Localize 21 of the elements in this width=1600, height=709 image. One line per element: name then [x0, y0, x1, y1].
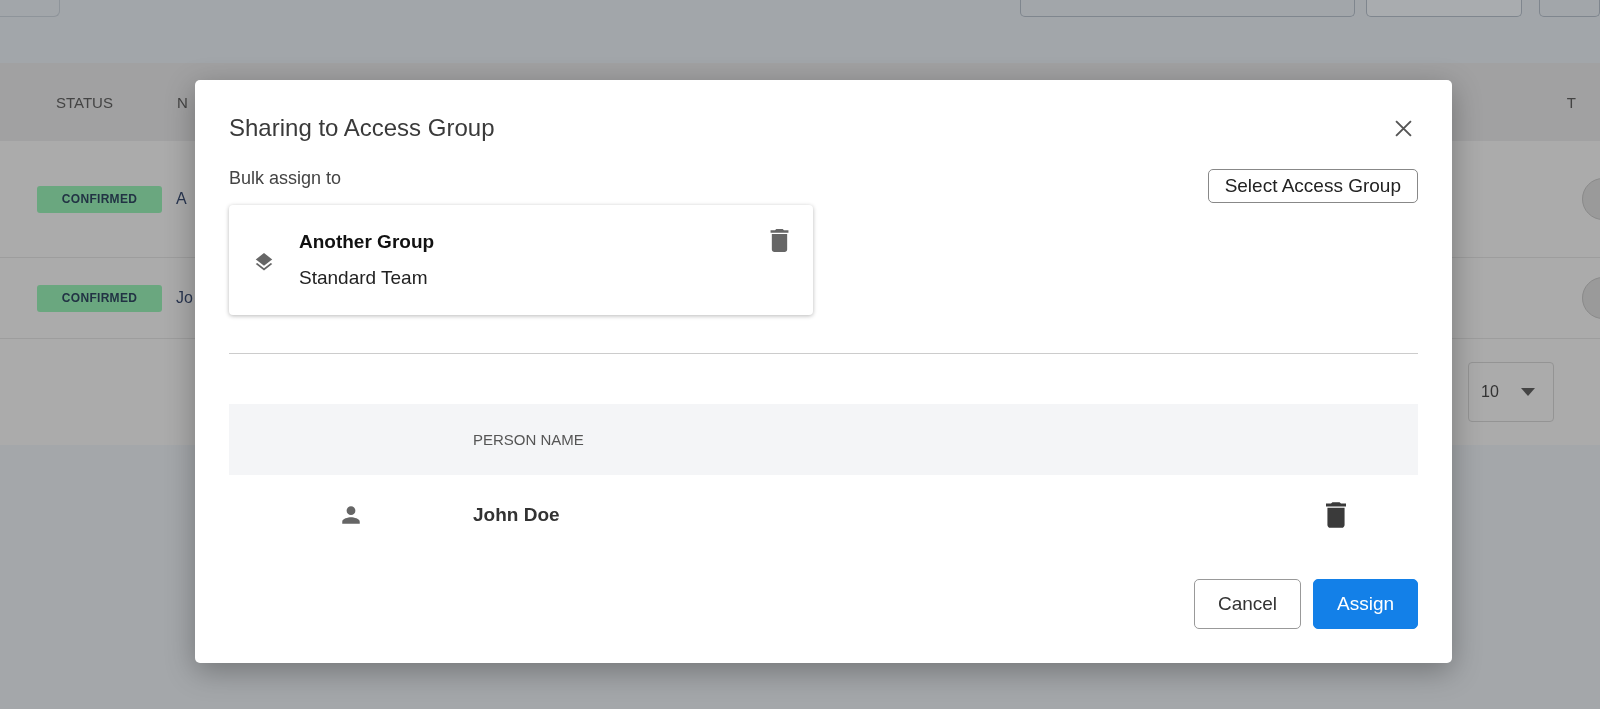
- person-icon: [341, 505, 361, 525]
- column-header: PERSON NAME: [473, 431, 584, 448]
- column-header: STATUS: [56, 93, 113, 111]
- delete-icon[interactable]: [1326, 502, 1346, 528]
- group-type: Standard Team: [299, 267, 429, 289]
- cancel-button[interactable]: Cancel: [1194, 579, 1301, 629]
- table-cell: A: [176, 190, 187, 208]
- column-header: N: [176, 93, 188, 111]
- page-size-select[interactable]: 10: [1468, 362, 1554, 422]
- dialog-title: Sharing to Access Group: [229, 114, 495, 142]
- assign-button[interactable]: Assign: [1313, 579, 1418, 629]
- select-access-group-button[interactable]: Select Access Group: [1207, 169, 1418, 203]
- group-name: Another Group: [299, 231, 436, 253]
- caret-icon: [1520, 388, 1535, 396]
- table-cell: Jo: [176, 289, 193, 307]
- bulk-assign-label: Bulk assign to: [229, 168, 343, 189]
- column-header: T: [1566, 93, 1576, 111]
- person-name: John Doe: [473, 504, 561, 526]
- status-badge: CONFIRMED: [37, 284, 162, 312]
- status-badge: CONFIRMED: [37, 185, 162, 213]
- delete-icon[interactable]: [770, 229, 789, 252]
